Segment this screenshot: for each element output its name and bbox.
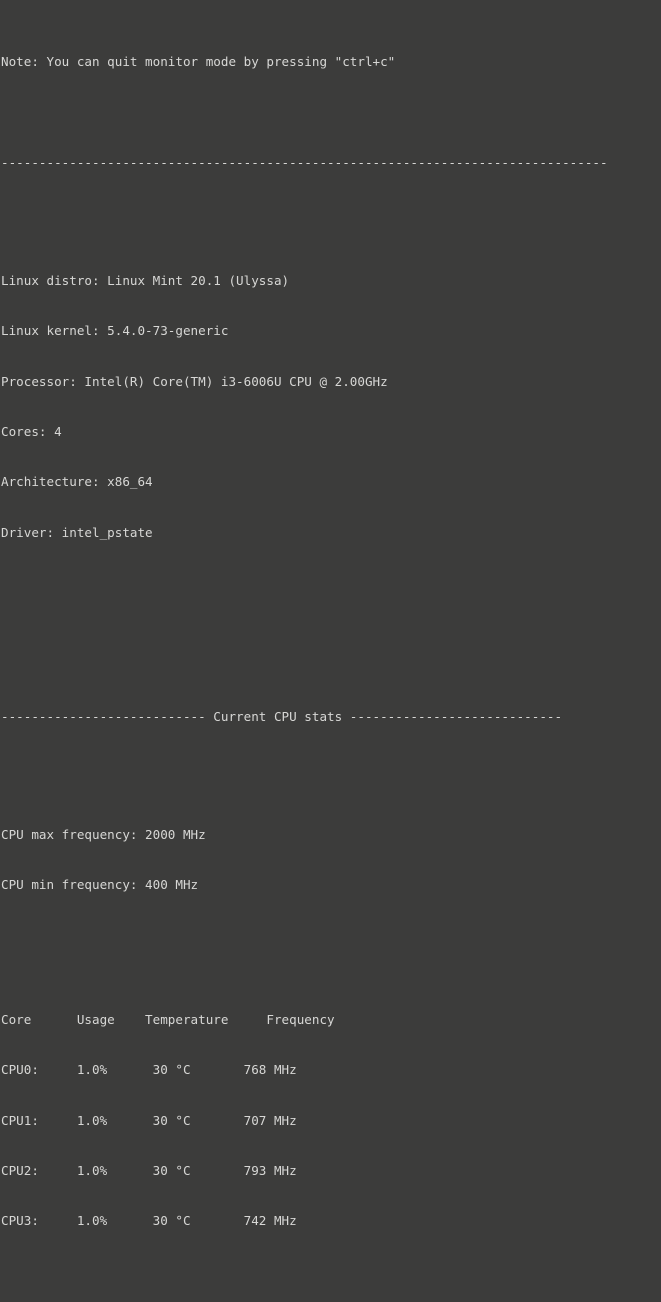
monitor-mode-note: Note: You can quit monitor mode by press… (1, 54, 396, 70)
cpu-table-header: Core Usage Temperature Frequency (1, 1011, 335, 1027)
terminal-output[interactable]: Note: You can quit monitor mode by press… (0, 0, 661, 1228)
section-header-current-cpu-stats: --------------------------- Current CPU … (1, 709, 563, 725)
cpu-max-frequency: CPU max frequency: 2000 MHz (1, 827, 206, 843)
system-info-distro: Linux distro: Linux Mint 20.1 (Ulyssa) (1, 272, 290, 288)
separator-top: ----------------------------------------… (1, 155, 608, 171)
table-row: CPU2: 1.0% 30 °C 793 MHz (1, 1162, 297, 1178)
table-row: CPU3: 1.0% 30 °C 742 MHz (1, 1213, 297, 1229)
table-row: CPU1: 1.0% 30 °C 707 MHz (1, 1112, 297, 1128)
system-info-architecture: Architecture: x86_64 (1, 474, 153, 490)
system-info-kernel: Linux kernel: 5.4.0-73-generic (1, 323, 229, 339)
system-info-cores: Cores: 4 (1, 423, 62, 439)
table-row: CPU0: 1.0% 30 °C 768 MHz (1, 1062, 297, 1078)
cpu-min-frequency: CPU min frequency: 400 MHz (1, 877, 199, 893)
system-info-processor: Processor: Intel(R) Core(TM) i3-6006U CP… (1, 373, 388, 389)
system-info-driver: Driver: intel_pstate (1, 524, 153, 540)
